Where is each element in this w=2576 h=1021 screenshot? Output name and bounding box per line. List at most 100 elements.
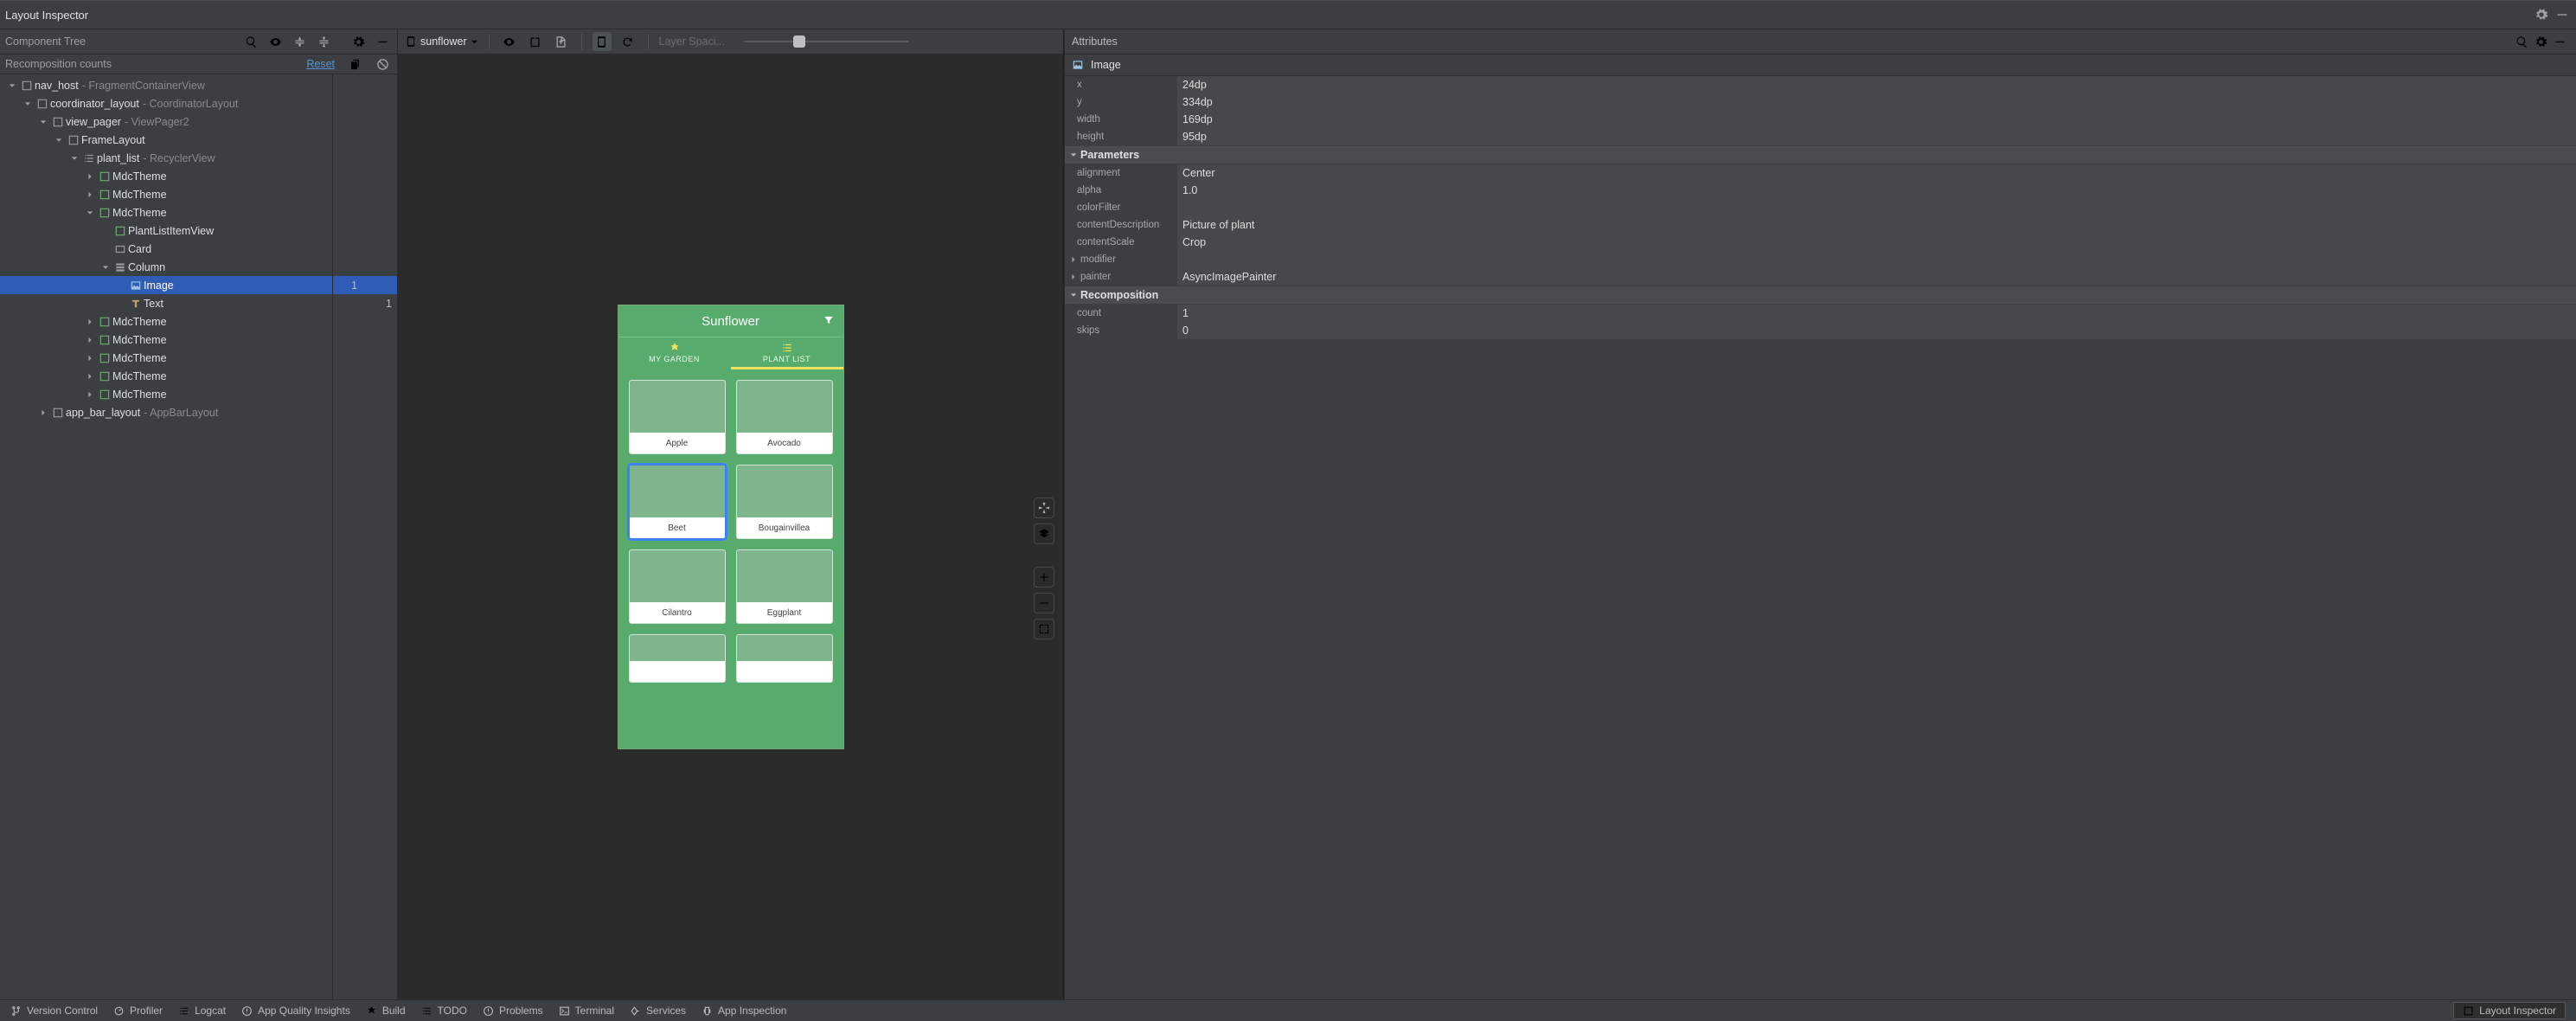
attr-height[interactable]: 95dp <box>1177 128 2576 146</box>
minimize-icon[interactable] <box>2554 6 2571 23</box>
tab-my-garden[interactable]: MY GARDEN <box>618 337 731 369</box>
copy-icon[interactable] <box>345 55 364 74</box>
chevron-icon[interactable] <box>69 155 80 162</box>
attr-contentscale[interactable]: Crop <box>1177 234 2576 252</box>
zoom-in-icon[interactable] <box>1034 567 1054 588</box>
gear-icon[interactable] <box>2531 32 2550 51</box>
attr-count[interactable]: 1 <box>1177 305 2576 323</box>
layers-icon[interactable] <box>1034 523 1054 544</box>
collapse-icon[interactable] <box>290 32 309 51</box>
chevron-icon[interactable] <box>22 100 33 107</box>
reset-link[interactable]: Reset <box>306 58 335 70</box>
search-icon[interactable] <box>241 32 260 51</box>
status-app-inspection[interactable]: App Inspection <box>702 1005 786 1017</box>
device-selector[interactable]: sunflower <box>405 35 478 48</box>
status-logcat[interactable]: Logcat <box>178 1005 226 1017</box>
status-app-quality[interactable]: App Quality Insights <box>241 1005 350 1017</box>
refresh-icon[interactable] <box>618 32 638 51</box>
component-tree-panel: Component Tree Recomposition counts Rese… <box>0 29 398 999</box>
tab-plant-list[interactable]: PLANT LIST <box>731 337 843 369</box>
plant-card[interactable]: Cilantro <box>629 549 726 624</box>
plant-card[interactable] <box>736 634 833 683</box>
chevron-icon[interactable] <box>85 391 95 398</box>
zoom-out-icon[interactable] <box>1034 593 1054 613</box>
plant-card[interactable]: Image1Beet <box>629 465 726 539</box>
minimize-icon[interactable] <box>373 32 392 51</box>
attr-alpha[interactable]: 1.0 <box>1177 182 2576 200</box>
status-layout-inspector[interactable]: Layout Inspector <box>2453 1002 2566 1019</box>
attr-skips[interactable]: 0 <box>1177 322 2576 340</box>
node-icon <box>35 98 50 110</box>
plant-card[interactable]: Bougainvillea <box>736 465 833 539</box>
status-terminal[interactable]: Terminal <box>559 1005 614 1017</box>
chevron-icon[interactable] <box>85 209 95 216</box>
stop-icon[interactable] <box>373 55 392 74</box>
chevron-icon[interactable] <box>85 173 95 180</box>
node-icon <box>97 334 112 346</box>
plant-card[interactable]: Eggplant <box>736 549 833 624</box>
attributes-title: Attributes <box>1072 35 2512 48</box>
gear-icon[interactable] <box>2533 6 2550 23</box>
attr-y[interactable]: 334dp <box>1177 93 2576 112</box>
attr-alignment[interactable]: Center <box>1177 164 2576 183</box>
mode-toggle-icon[interactable] <box>593 32 612 51</box>
plant-card[interactable]: Apple <box>629 380 726 454</box>
pan-tool-icon[interactable] <box>1034 498 1054 518</box>
status-services[interactable]: Services <box>630 1005 686 1017</box>
attr-width[interactable]: 169dp <box>1177 111 2576 129</box>
recomposition-counts-label: Recomposition counts <box>5 58 306 70</box>
plant-card[interactable] <box>629 634 726 683</box>
layer-spacing-slider[interactable] <box>744 34 908 49</box>
plant-label: Bougainvillea <box>737 517 832 538</box>
chevron-icon[interactable] <box>100 264 111 271</box>
status-todo[interactable]: TODO <box>421 1005 467 1017</box>
minimize-icon[interactable] <box>2550 32 2569 51</box>
node-icon <box>128 279 144 292</box>
component-tree-title: Component Tree <box>5 35 236 48</box>
attr-x[interactable]: 24dp <box>1177 76 2576 94</box>
node-icon <box>50 407 66 419</box>
attr-painter[interactable]: AsyncImagePainter <box>1177 268 2576 286</box>
status-version-control[interactable]: Version Control <box>10 1005 98 1017</box>
chevron-icon[interactable] <box>85 337 95 344</box>
chevron-icon[interactable] <box>54 137 64 144</box>
zoom-fit-icon[interactable] <box>1034 619 1054 639</box>
attr-contentdescription[interactable]: Picture of plant <box>1177 216 2576 234</box>
chevron-icon[interactable] <box>7 82 17 89</box>
chevron-icon[interactable] <box>38 409 48 416</box>
chevron-icon[interactable] <box>85 355 95 362</box>
plant-image <box>630 635 725 661</box>
chevron-icon[interactable] <box>85 373 95 380</box>
layout-canvas[interactable]: Sunflower MY GARDEN PLANT LIST App <box>398 55 1063 999</box>
expand-icon[interactable] <box>314 32 333 51</box>
snapshot-icon[interactable] <box>526 32 545 51</box>
status-bar: Version Control Profiler Logcat App Qual… <box>0 999 2576 1021</box>
node-icon <box>97 189 112 201</box>
app-title: Sunflower <box>702 314 759 329</box>
plant-label <box>737 661 832 682</box>
selected-node-type: Image <box>1091 59 1121 71</box>
tool-window-titlebar: Layout Inspector <box>0 0 2576 29</box>
eye-icon[interactable] <box>500 32 519 51</box>
plant-card[interactable]: Avocado <box>736 380 833 454</box>
plant-label: Apple <box>630 433 725 453</box>
gear-icon[interactable] <box>349 32 368 51</box>
attr-colorfilter[interactable] <box>1177 199 2576 217</box>
device-name: sunflower <box>420 35 467 48</box>
search-icon[interactable] <box>2512 32 2531 51</box>
eye-icon[interactable] <box>266 32 285 51</box>
section-parameters[interactable]: Parameters <box>1065 145 2576 164</box>
section-recomposition[interactable]: Recomposition <box>1065 286 2576 305</box>
chevron-icon[interactable] <box>85 318 95 325</box>
chevron-icon[interactable] <box>85 191 95 198</box>
node-icon <box>112 261 128 273</box>
export-icon[interactable] <box>552 32 571 51</box>
filter-icon[interactable] <box>823 314 835 330</box>
node-icon <box>81 152 97 164</box>
attr-modifier[interactable] <box>1177 251 2576 269</box>
plant-image <box>630 381 725 433</box>
status-build[interactable]: Build <box>366 1005 406 1017</box>
chevron-icon[interactable] <box>38 119 48 125</box>
status-profiler[interactable]: Profiler <box>113 1005 163 1017</box>
status-problems[interactable]: Problems <box>483 1005 543 1017</box>
